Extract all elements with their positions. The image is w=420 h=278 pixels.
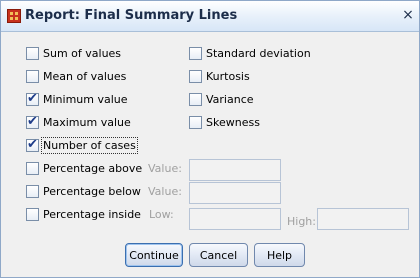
final-summary-lines-dialog: Report: Final Summary Lines × Sum of val…: [0, 0, 420, 278]
checkbox-label: Percentage above: [43, 161, 143, 175]
checkbox-variance[interactable]: Variance: [189, 90, 254, 108]
checkbox-mean-of-values[interactable]: Mean of values: [26, 67, 126, 85]
checkbox-label: Number of cases: [41, 136, 138, 154]
app-icon: [7, 9, 21, 23]
percentage-below-value-input[interactable]: [189, 182, 281, 204]
cancel-button[interactable]: Cancel: [189, 243, 248, 267]
checkbox-label: Kurtosis: [206, 69, 250, 83]
checkbox-box[interactable]: [26, 184, 39, 198]
checkbox-box[interactable]: [189, 115, 202, 129]
checkbox-label: Sum of values: [43, 46, 122, 60]
checkbox-standard-deviation[interactable]: Standard deviation: [189, 44, 311, 62]
close-icon[interactable]: ×: [401, 8, 415, 22]
checkbox-box[interactable]: [26, 207, 39, 221]
percentage-inside-high-input[interactable]: [317, 208, 409, 230]
checkbox-box[interactable]: [26, 137, 39, 152]
title-bar[interactable]: Report: Final Summary Lines ×: [1, 1, 419, 32]
percentage-below-value-label: Value:: [148, 185, 182, 198]
checkbox-label: Minimum value: [43, 92, 128, 106]
checkbox-minimum-value[interactable]: Minimum value: [26, 90, 128, 108]
percentage-inside-high-label: High:: [287, 215, 316, 228]
percentage-above-value-input[interactable]: [189, 159, 281, 181]
checkbox-skewness[interactable]: Skewness: [189, 113, 260, 131]
checkbox-percentage-below[interactable]: Percentage below: [26, 182, 141, 200]
checkbox-kurtosis[interactable]: Kurtosis: [189, 67, 250, 85]
checkbox-label: Percentage below: [43, 184, 141, 198]
checkbox-label: Standard deviation: [206, 46, 311, 60]
checkbox-box[interactable]: [189, 69, 202, 83]
percentage-above-value-label: Value:: [148, 162, 182, 175]
checkbox-label: Mean of values: [43, 69, 127, 83]
checkbox-label: Maximum value: [43, 115, 131, 129]
dialog-title: Report: Final Summary Lines: [25, 8, 238, 23]
checkbox-box[interactable]: [26, 69, 39, 83]
checkbox-box[interactable]: [26, 161, 39, 175]
checkbox-box[interactable]: [26, 114, 39, 129]
checkbox-box[interactable]: [189, 92, 202, 106]
percentage-inside-low-label: Low:: [149, 208, 174, 221]
checkbox-percentage-inside[interactable]: Percentage inside: [26, 205, 141, 223]
continue-button[interactable]: Continue: [125, 243, 183, 267]
percentage-inside-low-input[interactable]: [189, 208, 281, 230]
help-button[interactable]: Help: [254, 243, 305, 267]
checkbox-percentage-above[interactable]: Percentage above: [26, 159, 142, 177]
checkbox-label: Variance: [206, 92, 254, 106]
checkbox-box[interactable]: [26, 91, 39, 106]
checkbox-box[interactable]: [26, 46, 39, 60]
checkbox-label: Percentage inside: [43, 207, 141, 221]
checkbox-maximum-value[interactable]: Maximum value: [26, 113, 131, 131]
checkbox-sum-of-values[interactable]: Sum of values: [26, 44, 121, 62]
checkbox-label: Skewness: [206, 115, 260, 129]
checkbox-number-of-cases[interactable]: Number of cases: [26, 136, 138, 154]
checkbox-box[interactable]: [189, 46, 202, 60]
